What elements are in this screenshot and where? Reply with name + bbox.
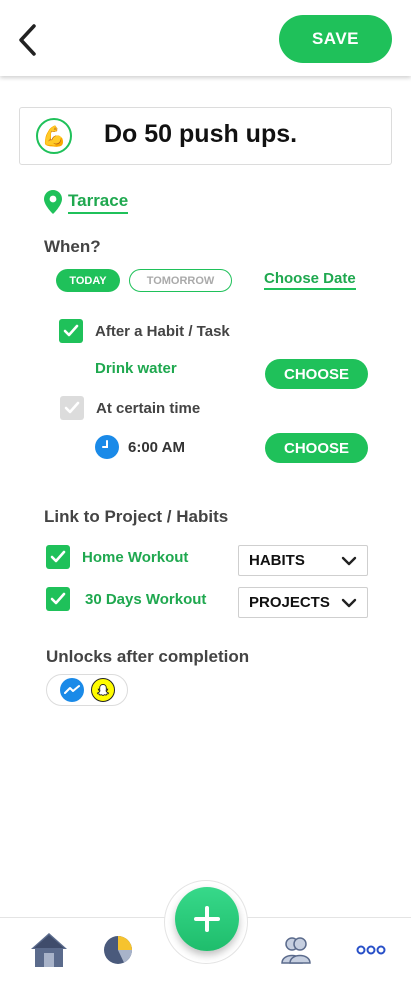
after-habit-checkbox[interactable] [59, 319, 83, 343]
nav-stats[interactable] [96, 930, 140, 970]
home-workout-type-value: HABITS [249, 552, 305, 569]
chevron-down-icon [341, 556, 357, 566]
tomorrow-pill[interactable]: TOMORROW [129, 269, 232, 292]
certain-time-checkbox[interactable] [60, 396, 84, 420]
chevron-down-icon [341, 598, 357, 608]
certain-time-label: At certain time [96, 399, 201, 417]
nav-more[interactable] [349, 930, 393, 970]
snapchat-icon [90, 678, 115, 702]
chevron-left-icon [19, 24, 36, 56]
more-icon [356, 945, 386, 955]
home-workout-label: Home Workout [82, 548, 189, 566]
30-days-workout-label: 30 Days Workout [85, 590, 207, 608]
link-heading: Link to Project / Habits [44, 507, 229, 526]
save-button[interactable]: SAVE [279, 15, 392, 63]
location-row[interactable]: Tarrace [44, 190, 129, 214]
map-pin-icon [44, 190, 62, 214]
today-pill[interactable]: TODAY [56, 269, 120, 292]
nav-home[interactable] [27, 930, 71, 970]
after-habit-row: After a Habit / Task [59, 319, 230, 343]
selected-habit: Drink water [95, 360, 177, 377]
link-item-30-days-workout: 30 Days Workout [46, 587, 206, 611]
task-title[interactable]: Do 50 push ups. [104, 120, 297, 149]
checkmark-icon [50, 550, 66, 563]
pie-chart-icon [104, 936, 132, 964]
checkmark-icon [63, 324, 79, 337]
back-button[interactable] [12, 20, 42, 60]
unlocks-heading: Unlocks after completion [46, 647, 250, 666]
certain-time-row: At certain time [60, 396, 200, 420]
when-heading: When? [44, 237, 101, 256]
top-bar: SAVE [0, 0, 411, 76]
checkmark-icon [50, 592, 66, 605]
habit-value-row: Drink water [95, 360, 177, 377]
unlock-apps-box[interactable] [46, 674, 128, 706]
30-days-workout-type-select[interactable]: PROJECTS [238, 587, 368, 618]
flexed-biceps-icon: 💪 [36, 118, 72, 154]
home-icon [31, 933, 67, 967]
home-workout-type-select[interactable]: HABITS [238, 545, 368, 576]
task-title-card[interactable]: 💪 Do 50 push ups. [19, 107, 392, 165]
people-icon [281, 937, 311, 964]
nav-people[interactable] [274, 930, 318, 970]
choose-date-link[interactable]: Choose Date [264, 270, 356, 290]
location-link[interactable]: Tarrace [68, 191, 129, 214]
choose-habit-button[interactable]: CHOOSE [265, 359, 368, 389]
30-days-workout-type-value: PROJECTS [249, 594, 330, 611]
messenger-icon [59, 678, 84, 702]
30-days-workout-checkbox[interactable] [46, 587, 70, 611]
after-habit-label: After a Habit / Task [95, 322, 230, 340]
add-button[interactable] [175, 887, 239, 951]
link-item-home-workout: Home Workout [46, 545, 188, 569]
clock-icon [95, 435, 119, 459]
add-icon [194, 906, 220, 932]
home-workout-checkbox[interactable] [46, 545, 70, 569]
selected-time: 6:00 AM [128, 438, 185, 456]
time-value-row: 6:00 AM [95, 435, 185, 459]
checkmark-icon [64, 401, 80, 414]
choose-time-button[interactable]: CHOOSE [265, 433, 368, 463]
